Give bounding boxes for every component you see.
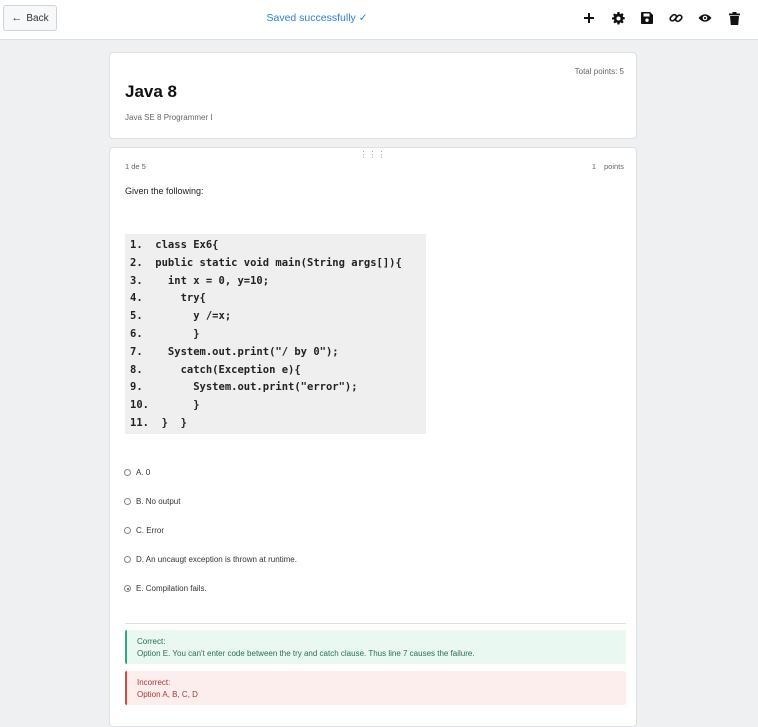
code-line: 10. } — [130, 399, 200, 412]
correct-feedback-text: Option E. You can't enter code between t… — [137, 648, 475, 658]
code-line: 2. public static void main(String args[]… — [130, 256, 402, 269]
answer-options: A. 0 B. No output C. Error D. An uncaugt… — [124, 458, 297, 603]
question-prompt: Given the following: — [125, 186, 204, 196]
incorrect-feedback-text: Option A, B, C, D — [137, 689, 198, 699]
incorrect-feedback: Incorrect: Option A, B, C, D — [125, 671, 626, 705]
code-line: 5. y /=x; — [130, 310, 232, 323]
plus-icon[interactable] — [581, 10, 597, 26]
code-line: 8. catch(Exception e){ — [130, 363, 301, 376]
code-line: 3. int x = 0, y=10; — [130, 274, 270, 287]
incorrect-feedback-title: Incorrect: — [137, 678, 171, 687]
option-d[interactable]: D. An uncaugt exception is thrown at run… — [124, 545, 297, 574]
question-points-label: points — [603, 162, 624, 171]
code-block: 1. class Ex6{ 2. public static void main… — [125, 234, 426, 434]
divider — [125, 623, 626, 624]
gear-icon[interactable] — [610, 10, 626, 26]
save-status: Saved successfully ✓ — [266, 12, 368, 24]
radio-button[interactable] — [124, 469, 131, 476]
option-label: E. Compilation fails. — [136, 584, 207, 593]
top-bar: ← Back Saved successfully ✓ — [0, 0, 758, 40]
option-label: B. No output — [136, 497, 181, 506]
question-points-value: 1 — [591, 162, 596, 171]
code-line: 11. } } — [130, 416, 187, 429]
code-line: 7. System.out.print("/ by 0"); — [130, 345, 339, 358]
code-line: 1. class Ex6{ — [130, 239, 219, 251]
radio-button[interactable] — [124, 498, 131, 505]
radio-button-selected[interactable] — [124, 585, 131, 592]
link-icon[interactable] — [668, 10, 684, 26]
code-line: 4. try{ — [130, 292, 206, 305]
correct-feedback: Correct: Option E. You can't enter code … — [125, 630, 626, 664]
code-line: 9. System.out.print("error"); — [130, 381, 358, 394]
option-label: D. An uncaugt exception is thrown at run… — [136, 555, 297, 564]
save-icon[interactable] — [639, 10, 655, 26]
option-b[interactable]: B. No output — [124, 487, 297, 516]
radio-button[interactable] — [124, 556, 131, 563]
option-label: A. 0 — [136, 468, 151, 477]
total-points: Total points: 5 — [574, 67, 624, 76]
radio-button[interactable] — [124, 527, 131, 534]
option-label: C. Error — [136, 526, 164, 535]
quiz-subtitle: Java SE 8 Programmer I — [125, 113, 213, 122]
code-line: 6. } — [130, 327, 200, 340]
quiz-header-card: Total points: 5 Java 8 Java SE 8 Program… — [109, 52, 637, 139]
correct-feedback-title: Correct: — [137, 637, 166, 646]
drag-handle-icon[interactable]: ⋮⋮⋮ — [110, 150, 636, 159]
option-a[interactable]: A. 0 — [124, 458, 297, 487]
question-card: ⋮⋮⋮ 1 de 5 1 points Given the following: … — [109, 147, 637, 727]
quiz-title: Java 8 — [125, 82, 177, 101]
trash-icon[interactable] — [726, 10, 742, 26]
option-c[interactable]: C. Error — [124, 516, 297, 545]
question-counter: 1 de 5 — [125, 162, 146, 171]
question-points: 1 points — [584, 162, 624, 171]
eye-icon[interactable] — [697, 10, 713, 26]
toolbar — [581, 8, 742, 28]
option-e[interactable]: E. Compilation fails. — [124, 574, 297, 603]
